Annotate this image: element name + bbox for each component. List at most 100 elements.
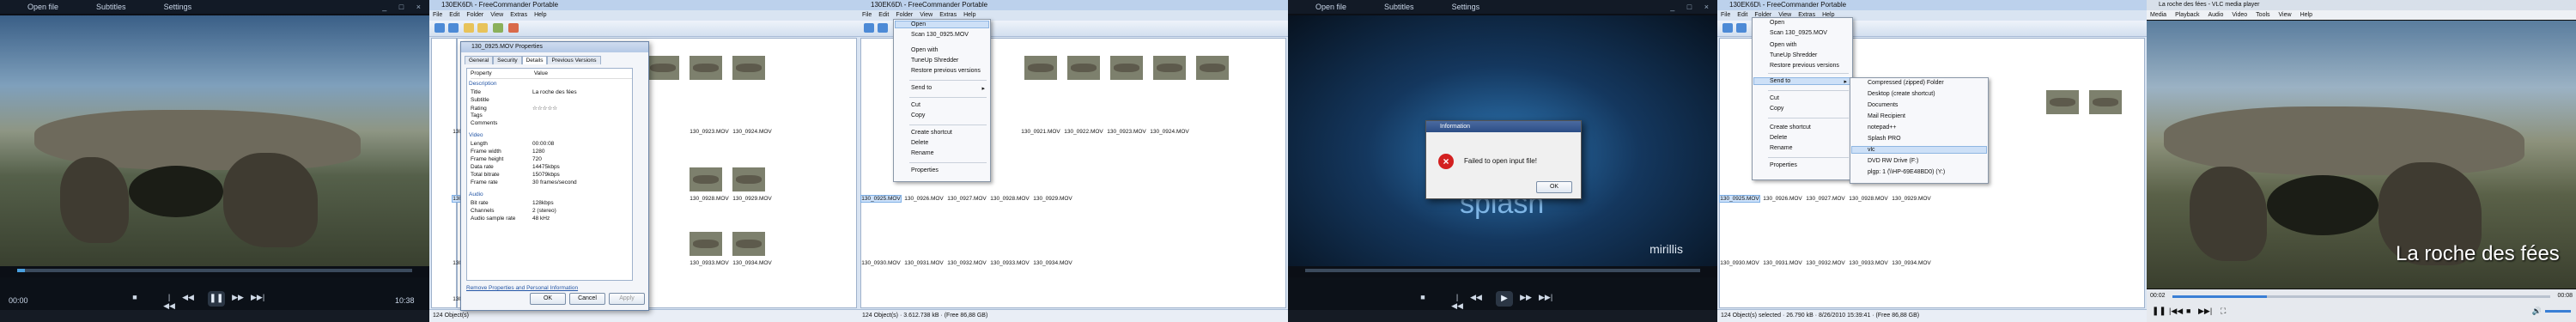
table-row[interactable]: Frame width 1280 bbox=[471, 149, 544, 156]
file-thumbnail[interactable] bbox=[690, 56, 722, 80]
settings-menu[interactable]: Settings bbox=[164, 3, 192, 11]
file-label[interactable]: 130_0928.MOV bbox=[690, 196, 729, 202]
menu-item-scan[interactable]: Scan 130_0925.MOV bbox=[1770, 30, 1827, 36]
menu-video[interactable]: Video bbox=[2232, 10, 2247, 20]
menu-item-cut[interactable]: Cut bbox=[911, 102, 920, 108]
file-label[interactable]: 130_0926.MOV bbox=[1763, 196, 1802, 202]
menu-file[interactable]: File bbox=[433, 10, 442, 20]
menu-item-create-shortcut[interactable]: Create shortcut bbox=[1770, 125, 1811, 131]
menu-item-restore[interactable]: Restore previous versions bbox=[911, 68, 981, 74]
menu-item-scan[interactable]: Scan 130_0925.MOV bbox=[911, 32, 969, 38]
left-pane[interactable] bbox=[431, 38, 457, 308]
forward-icon[interactable] bbox=[448, 23, 459, 33]
file-label[interactable]: 130_0932.MOV bbox=[1806, 260, 1845, 266]
menu-item-delete[interactable]: Delete bbox=[1770, 135, 1787, 141]
table-row[interactable]: Total bitrate 15079kbps bbox=[471, 172, 560, 179]
table-row[interactable]: Rating ☆☆☆☆☆ bbox=[471, 105, 557, 112]
table-row[interactable]: Frame rate 30 frames/second bbox=[471, 179, 577, 187]
menu-item-restore[interactable]: Restore previous versions bbox=[1770, 63, 1839, 69]
rating-stars[interactable]: ☆☆☆☆☆ bbox=[532, 106, 557, 112]
file-label[interactable]: 130_0930.MOV bbox=[1720, 260, 1759, 266]
sendto-vlc[interactable]: vlc bbox=[1851, 146, 1987, 154]
rewind-button[interactable]: ◀◀ bbox=[182, 293, 194, 303]
sendto-network-drive[interactable]: plgp: 1 (\\HP-69E48BD0) (Y:) bbox=[1868, 169, 1945, 175]
menu-help[interactable]: Help bbox=[534, 10, 546, 20]
subtitles-menu[interactable]: Subtitles bbox=[96, 3, 126, 11]
file-label[interactable]: 130_0930.MOV bbox=[861, 260, 901, 266]
video-area[interactable] bbox=[0, 15, 429, 266]
table-row[interactable]: Tags bbox=[471, 112, 532, 120]
menu-item-cut[interactable]: Cut bbox=[1770, 95, 1779, 101]
volume-icon[interactable]: 🔊 bbox=[2532, 307, 2542, 316]
menu-file[interactable]: File bbox=[1721, 10, 1730, 20]
menu-item-shredder[interactable]: TuneUp Shredder bbox=[1770, 52, 1817, 58]
table-row[interactable]: Data rate 14475kbps bbox=[471, 164, 560, 172]
forward-button[interactable]: ▶▶ bbox=[232, 293, 244, 303]
column-property[interactable]: Property bbox=[471, 70, 532, 76]
file-label[interactable]: 130_0926.MOV bbox=[904, 196, 944, 202]
file-label[interactable]: 130_0927.MOV bbox=[947, 196, 987, 202]
remove-properties-link[interactable]: Remove Properties and Personal Informati… bbox=[466, 285, 578, 291]
file-label[interactable]: 130_0929.MOV bbox=[1892, 196, 1931, 202]
pause-button[interactable]: ❚❚ bbox=[208, 291, 225, 307]
file-label[interactable]: 130_0932.MOV bbox=[947, 260, 987, 266]
sendto-splash-pro[interactable]: Splash PRO bbox=[1868, 136, 1901, 142]
seek-bar[interactable] bbox=[2172, 295, 2550, 298]
volume-slider[interactable] bbox=[2545, 310, 2571, 313]
window-controls[interactable]: _ □ × bbox=[382, 3, 426, 11]
column-value[interactable]: Value bbox=[534, 70, 548, 76]
menu-view[interactable]: View bbox=[490, 10, 503, 20]
menu-media[interactable]: Media bbox=[2150, 10, 2166, 20]
next-button[interactable]: ▶▶| bbox=[1539, 293, 1552, 303]
menu-item-properties[interactable]: Properties bbox=[1770, 162, 1797, 168]
pause-button[interactable]: ❚❚ bbox=[2152, 307, 2166, 316]
tab-previous-versions[interactable]: Previous Versions bbox=[547, 56, 601, 64]
menu-playback[interactable]: Playback bbox=[2175, 10, 2199, 20]
cancel-button[interactable]: Cancel bbox=[569, 293, 605, 305]
table-row[interactable]: Comments bbox=[471, 120, 532, 128]
file-thumbnail[interactable] bbox=[732, 56, 765, 80]
menu-audio[interactable]: Audio bbox=[2208, 10, 2223, 20]
file-thumbnail[interactable] bbox=[1196, 56, 1229, 80]
menu-item-open[interactable]: Open bbox=[895, 21, 989, 28]
menu-edit[interactable]: Edit bbox=[878, 10, 889, 20]
menu-item-send-to[interactable]: Send to bbox=[911, 85, 932, 91]
prev-button[interactable]: |◀◀ bbox=[2169, 307, 2183, 316]
stop-button[interactable]: ■ bbox=[2186, 307, 2190, 315]
file-label[interactable]: 130_0923.MOV bbox=[690, 129, 729, 135]
file-label[interactable]: 130_0931.MOV bbox=[904, 260, 944, 266]
ok-button[interactable]: OK bbox=[1536, 181, 1572, 193]
sendto-mail[interactable]: Mail Recipient bbox=[1868, 113, 1905, 119]
table-row[interactable]: Subtitle bbox=[471, 97, 532, 105]
back-icon[interactable] bbox=[864, 23, 874, 33]
file-label[interactable]: 130_0925.MOV bbox=[860, 195, 902, 203]
menu-item-open[interactable]: Open bbox=[1770, 20, 1784, 26]
menu-item-open-with[interactable]: Open with bbox=[911, 47, 939, 53]
forward-icon[interactable] bbox=[1736, 23, 1747, 33]
seek-bar[interactable] bbox=[17, 269, 412, 272]
stop-button[interactable]: ■ bbox=[129, 293, 141, 303]
file-thumbnail[interactable] bbox=[1067, 56, 1100, 80]
menu-extras[interactable]: Extras bbox=[510, 10, 527, 20]
settings-menu[interactable]: Settings bbox=[1452, 3, 1480, 11]
file-label[interactable]: 130_0931.MOV bbox=[1763, 260, 1802, 266]
prev-button[interactable]: |◀◀ bbox=[1451, 293, 1463, 310]
file-label[interactable]: 130_0928.MOV bbox=[990, 196, 1030, 202]
file-label[interactable]: 130_0933.MOV bbox=[1849, 260, 1888, 266]
file-label[interactable]: 130_0927.MOV bbox=[1806, 196, 1845, 202]
rewind-button[interactable]: ◀◀ bbox=[1470, 293, 1482, 303]
table-row[interactable]: Frame height 720 bbox=[471, 156, 542, 164]
stop-button[interactable]: ■ bbox=[1417, 293, 1429, 303]
forward-button[interactable]: ▶▶ bbox=[1520, 293, 1532, 303]
menu-help[interactable]: Help bbox=[2300, 10, 2312, 20]
menu-item-properties[interactable]: Properties bbox=[911, 167, 939, 173]
file-label[interactable]: 130_0929.MOV bbox=[732, 196, 772, 202]
subtitles-menu[interactable]: Subtitles bbox=[1384, 3, 1414, 11]
folder-icon[interactable] bbox=[477, 23, 488, 33]
file-label[interactable]: 130_0933.MOV bbox=[690, 260, 729, 266]
open-file-menu[interactable]: Open file bbox=[27, 3, 58, 11]
table-row[interactable]: Channels 2 (stereo) bbox=[471, 208, 556, 216]
table-row[interactable]: Audio sample rate 48 kHz bbox=[471, 216, 550, 223]
menu-view[interactable]: View bbox=[2279, 10, 2292, 20]
menu-item-copy[interactable]: Copy bbox=[911, 112, 925, 118]
